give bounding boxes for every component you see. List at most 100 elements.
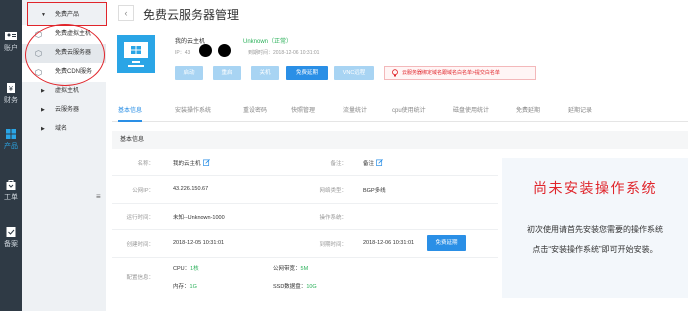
ip-value: 43.226.150.67 — [173, 186, 209, 192]
bandwidth-spec: 公网带宽：5M — [273, 264, 308, 272]
bandwidth-value: 5M — [300, 266, 309, 272]
rail-item-finance[interactable]: ¥ 财务 — [0, 83, 22, 105]
caret-right-icon: ▶ — [41, 126, 45, 132]
row-divider — [112, 257, 498, 258]
nettype-label: 网络类型： — [319, 188, 347, 194]
annotation-box — [27, 2, 107, 26]
rail-label: 账户 — [4, 45, 18, 52]
account-icon — [5, 32, 17, 40]
start-button[interactable]: 启动 — [175, 66, 203, 80]
disk-value: 10G — [306, 284, 317, 290]
caret-right-icon: ▶ — [41, 107, 45, 113]
tab-disk[interactable]: 磁盘使用统计 — [453, 100, 489, 122]
created-value: 2018-12-05 10:31:01 — [173, 240, 225, 246]
redaction-mark — [218, 44, 231, 57]
expire-label: 到期时间： — [319, 242, 347, 248]
os-label: 操作系统： — [319, 215, 347, 221]
tab-traffic[interactable]: 流量统计 — [343, 100, 367, 122]
section-header: 基本信息 — [112, 131, 688, 149]
sidebar-group-label: 云服务器 — [55, 107, 80, 113]
memory-value: 1G — [189, 284, 197, 290]
remark-value: 备注 — [363, 159, 383, 167]
name-value: 我的云主机 — [173, 159, 210, 167]
os-not-installed-panel: 尚未安装操作系统 初次使用请首先安装您需要的操作系统 点击“安装操作系统”即可开… — [502, 158, 688, 298]
server-expire: 到期时间：2018-12-06 10:31:01 — [248, 50, 320, 56]
created-label: 创建时间： — [126, 242, 154, 248]
record-icon — [6, 227, 16, 237]
runtime-label: 运行时间： — [126, 215, 154, 221]
main-rail: 账户 ¥ 财务 产品 工单 备案 — [0, 0, 22, 311]
svg-text:¥: ¥ — [9, 86, 13, 93]
rail-label: 备案 — [4, 241, 18, 248]
chevron-left-icon: ‹ — [124, 8, 128, 18]
server-ip: IP：43 — [175, 50, 191, 56]
restart-button[interactable]: 重启 — [213, 66, 241, 80]
memory-spec: 内存：1G — [173, 282, 197, 290]
renew-button[interactable]: 免费延期 — [286, 66, 328, 80]
name-text: 我的云主机 — [173, 161, 201, 167]
tab-install-os[interactable]: 安装操作系统 — [175, 100, 211, 122]
runtime-value: 未知--Unknown-1000 — [173, 215, 225, 221]
lightbulb-icon — [392, 69, 398, 77]
config-label: 配置信息： — [126, 275, 154, 281]
sidebar-group-label: 域名 — [55, 126, 68, 132]
row-divider — [112, 175, 498, 176]
os-panel-line2: 点击“安装操作系统”即可开始安装。 — [532, 245, 658, 254]
edit-icon[interactable] — [376, 159, 383, 166]
expire-value: 2018-12-06 10:31:01 — [363, 240, 415, 246]
remark-label: 备注： — [330, 161, 347, 167]
row-divider — [112, 203, 498, 204]
tab-cpu[interactable]: cpu使用统计 — [392, 100, 426, 122]
redaction-mark — [199, 44, 212, 57]
app-root: 账户 ¥ 财务 产品 工单 备案 ▼ 免费产品 免费虚拟主机 免费云服务器 免费… — [0, 0, 690, 311]
rail-label: 工单 — [4, 194, 18, 201]
rail-item-account[interactable]: 账户 — [0, 31, 22, 53]
tab-reset-password[interactable]: 重设密码 — [243, 100, 267, 122]
notice-text: 云服务器绑定域名跟域名白名单>提交白名单 — [402, 70, 500, 76]
disk-spec: SSD数据盘：10G — [273, 282, 317, 290]
rail-label: 产品 — [4, 143, 18, 150]
rail-item-ticket[interactable]: 工单 — [0, 180, 22, 202]
detail-tabs: 基本信息 安装操作系统 重设密码 快照管理 流量统计 cpu使用统计 磁盘使用统… — [112, 100, 688, 122]
cpu-label: CPU： — [173, 266, 191, 272]
tab-renew-history[interactable]: 延期记录 — [568, 100, 592, 122]
annotation-ellipse — [25, 24, 105, 86]
sidebar-group-label: 虚拟主机 — [55, 88, 80, 94]
sidebar-group-domain[interactable]: ▶ 域名 — [22, 120, 106, 139]
product-icon — [6, 129, 16, 139]
rail-item-product[interactable]: 产品 — [0, 129, 22, 151]
cpu-spec: CPU：1核 — [173, 264, 199, 272]
tab-snapshots[interactable]: 快照管理 — [291, 100, 315, 122]
sidebar-group-cloud[interactable]: ▶ 云服务器 — [22, 101, 106, 120]
os-panel-title: 尚未安装操作系统 — [533, 180, 657, 196]
server-name: 我的云主机 — [175, 39, 206, 45]
memory-label: 内存： — [173, 284, 190, 290]
row-divider — [112, 229, 498, 230]
shutdown-button[interactable]: 关机 — [251, 66, 279, 80]
ticket-icon — [6, 180, 16, 190]
whitelist-notice[interactable]: 云服务器绑定域名跟域名白名单>提交白名单 — [384, 66, 536, 80]
collapse-sidebar-icon[interactable]: ≡ — [96, 192, 104, 202]
tab-basic-info[interactable]: 基本信息 — [118, 100, 143, 122]
remark-text: 备注 — [363, 161, 375, 167]
back-button[interactable]: ‹ — [118, 5, 134, 21]
vnc-button[interactable]: VNC远程 — [334, 66, 374, 80]
caret-right-icon: ▶ — [41, 88, 45, 94]
monitor-icon — [117, 35, 155, 73]
edit-icon[interactable] — [202, 159, 210, 166]
tab-free-renew[interactable]: 免费延期 — [516, 100, 540, 122]
name-label: 名称： — [137, 161, 154, 167]
page-title: 免费云服务器管理 — [143, 8, 240, 22]
server-status: Unknown（正常） — [243, 39, 293, 45]
disk-label: SSD数据盘： — [273, 284, 307, 290]
rail-item-record[interactable]: 备案 — [0, 227, 22, 249]
free-renew-button[interactable]: 免费延期 — [427, 235, 466, 251]
ip-label: 公网IP： — [132, 188, 154, 194]
os-panel-line1: 初次使用请首先安装您需要的操作系统 — [527, 225, 663, 234]
cpu-value: 1核 — [190, 266, 199, 272]
bandwidth-label: 公网带宽： — [273, 266, 301, 272]
nettype-value: BGP多线 — [363, 188, 386, 194]
finance-icon: ¥ — [7, 83, 15, 93]
rail-label: 财务 — [4, 97, 18, 104]
windows-icon — [131, 46, 141, 54]
